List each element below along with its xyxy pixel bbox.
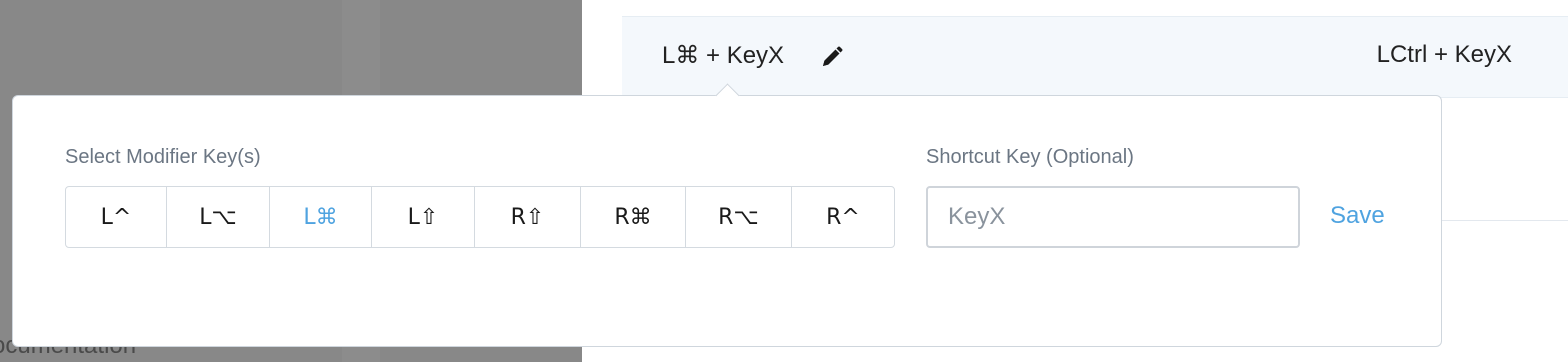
modifier-left-command-button[interactable]: L⌘ xyxy=(270,187,372,247)
row-divider xyxy=(1440,220,1568,221)
shortcut-row: L⌘ + KeyX LCtrl + KeyX xyxy=(622,16,1568,98)
modifier-keys-label: Select Modifier Key(s) xyxy=(65,146,261,168)
modifier-left-option-button[interactable]: L⌥ xyxy=(167,187,270,247)
modifier-right-shift-button[interactable]: R⇧ xyxy=(475,187,581,247)
modifier-left-shift-button[interactable]: L⇧ xyxy=(372,187,475,247)
current-shortcut: L⌘ + KeyX xyxy=(662,42,785,69)
shortcut-key-label: Shortcut Key (Optional) xyxy=(926,146,1134,168)
modifier-right-control-button[interactable]: R^ xyxy=(792,187,894,247)
shortcut-editor-popover: Select Modifier Key(s) L^ L⌥ L⌘ L⇧ R⇧ R⌘… xyxy=(12,83,1442,347)
modifier-left-control-button[interactable]: L^ xyxy=(66,187,167,247)
save-button[interactable]: Save xyxy=(1330,202,1385,230)
modifier-right-command-button[interactable]: R⌘ xyxy=(581,187,686,247)
shortcut-key-input[interactable] xyxy=(926,186,1300,248)
pencil-icon[interactable] xyxy=(820,45,844,69)
modifier-right-option-button[interactable]: R⌥ xyxy=(686,187,792,247)
default-shortcut: LCtrl + KeyX xyxy=(1376,41,1512,68)
modifier-key-group: L^ L⌥ L⌘ L⇧ R⇧ R⌘ R⌥ R^ xyxy=(65,186,895,248)
